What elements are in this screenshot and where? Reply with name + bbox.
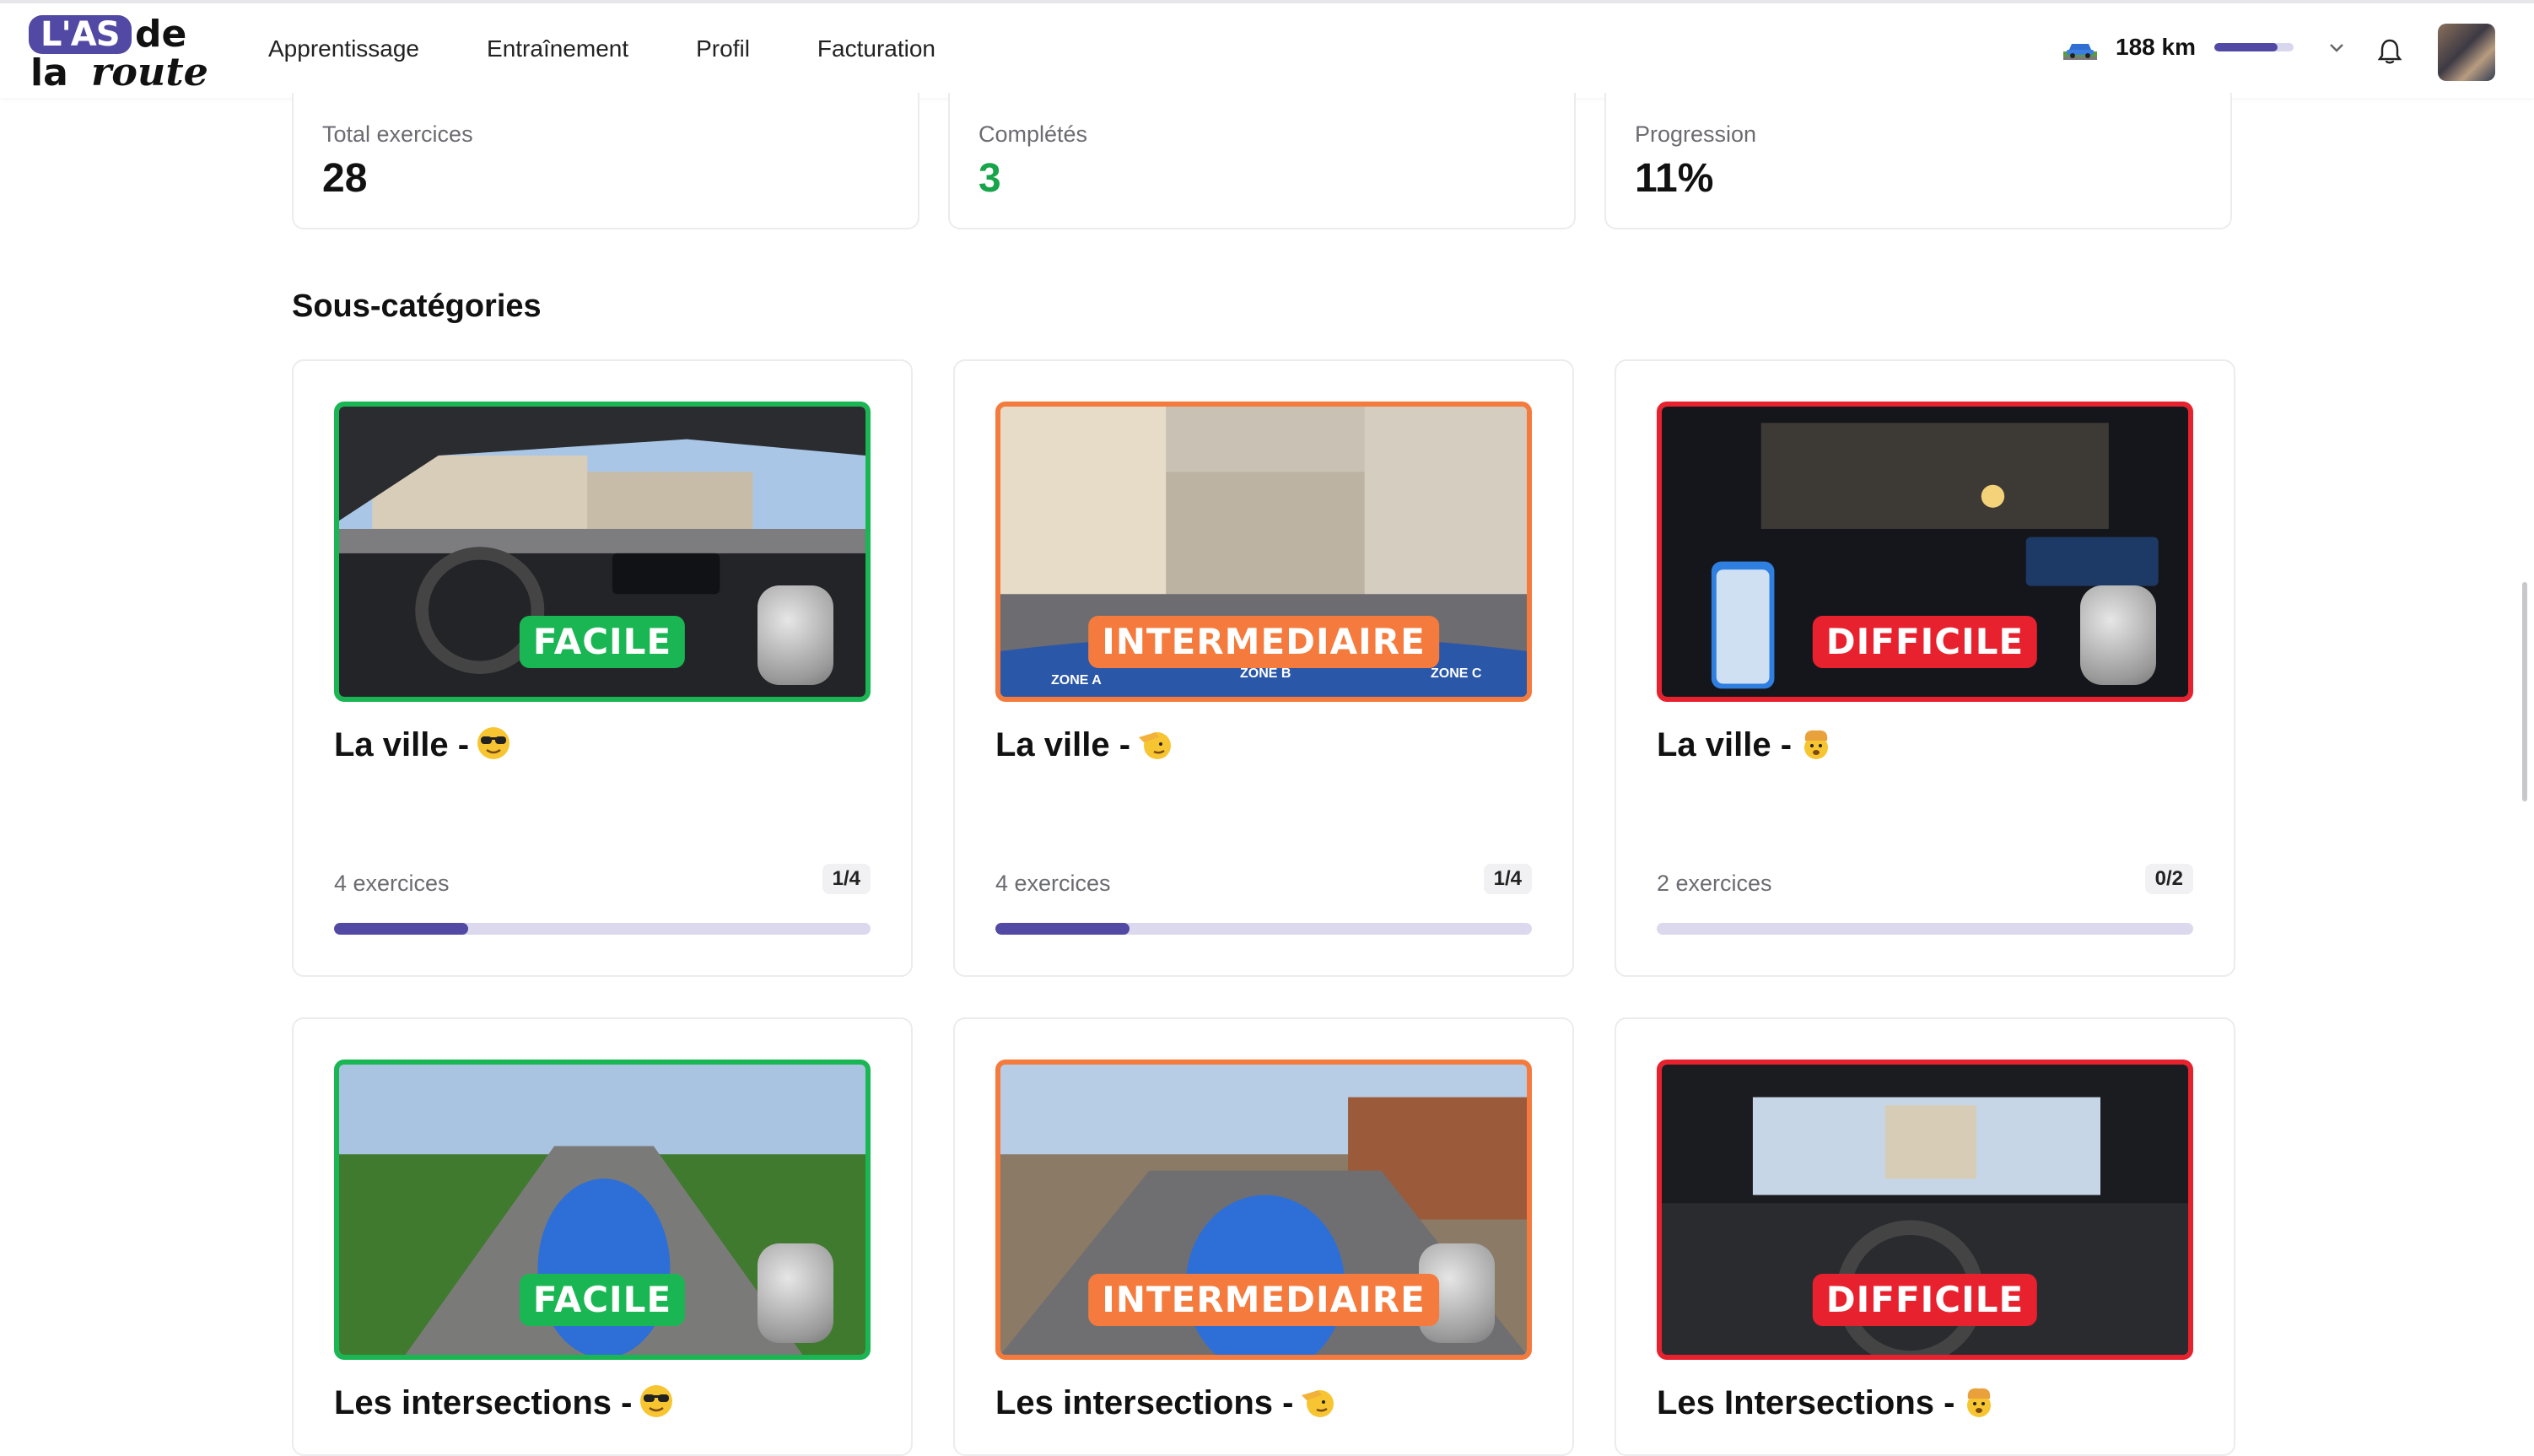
sunglasses-icon bbox=[477, 727, 510, 759]
subcategory-card[interactable]: DIFFICILE La ville - 2 exercices 0/2 bbox=[1615, 359, 2235, 977]
card-thumbnail[interactable]: ZONE A ZONE B ZONE C INTERMEDIAIRE bbox=[995, 402, 1532, 702]
card-title: La ville - bbox=[334, 725, 511, 764]
km-progress-fill bbox=[2213, 43, 2278, 51]
card-title-text: La ville - bbox=[334, 726, 470, 763]
card-title-text: Les Intersections - bbox=[1657, 1384, 1955, 1421]
exercise-count: 2 exercices bbox=[1657, 871, 1772, 896]
card-title-text: Les intersections - bbox=[334, 1384, 633, 1421]
card-title: Les intersections - bbox=[334, 1383, 674, 1422]
difficulty-badge: FACILE bbox=[519, 1274, 686, 1326]
exercise-count: 4 exercices bbox=[334, 871, 450, 896]
km-total: 188 km bbox=[2116, 34, 2196, 60]
km-progress-dropdown[interactable]: 188 km bbox=[2063, 34, 2346, 61]
completion-pill: 1/4 bbox=[1483, 864, 1532, 894]
stat-total-exercices: Total exercices 28 bbox=[292, 93, 919, 229]
car-road-icon bbox=[2063, 44, 2097, 60]
page-scrollbar[interactable] bbox=[2522, 582, 2527, 801]
stat-label: Total exercices bbox=[322, 121, 473, 147]
stat-label: Progression bbox=[1635, 121, 1757, 147]
subcategory-card[interactable]: FACILE Les intersections - bbox=[292, 1017, 913, 1456]
nav-facturation[interactable]: Facturation bbox=[817, 35, 935, 62]
stat-label: Complétés bbox=[979, 121, 1088, 147]
card-title: Les intersections - bbox=[995, 1383, 1335, 1422]
exploding-head-icon bbox=[1804, 730, 1829, 759]
main-nav: Apprentissage Entraînement Profil Factur… bbox=[268, 35, 935, 62]
chevron-down-icon bbox=[2330, 44, 2343, 52]
completion-pill: 0/2 bbox=[2144, 864, 2193, 894]
subcategory-card[interactable]: FACILE La ville - 4 exercices 1/4 bbox=[292, 359, 913, 977]
exploding-head-icon bbox=[1967, 1388, 1992, 1417]
difficulty-badge: DIFFICILE bbox=[1812, 616, 2038, 668]
user-avatar[interactable] bbox=[2438, 24, 2495, 81]
stat-value: 3 bbox=[979, 156, 1001, 201]
nav-profil[interactable]: Profil bbox=[696, 35, 750, 62]
card-thumbnail[interactable]: FACILE bbox=[334, 402, 871, 702]
difficulty-badge: DIFFICILE bbox=[1812, 1274, 2038, 1326]
card-title-text: La ville - bbox=[1657, 726, 1793, 763]
nav-apprentissage[interactable]: Apprentissage bbox=[268, 35, 419, 62]
card-title-text: La ville - bbox=[995, 726, 1131, 763]
km-progress-bar bbox=[2213, 43, 2294, 51]
las-de-la-route-logo[interactable]: L'AS de la route bbox=[29, 13, 208, 94]
card-title: Les Intersections - bbox=[1657, 1383, 1997, 1422]
section-title-sous-categories: Sous-catégories bbox=[292, 289, 542, 324]
card-progress-fill bbox=[334, 923, 468, 935]
logo-la: la bbox=[30, 51, 68, 94]
bell-icon[interactable] bbox=[2375, 37, 2404, 66]
card-thumbnail[interactable]: DIFFICILE bbox=[1657, 1060, 2193, 1360]
completion-pill: 1/4 bbox=[822, 864, 871, 894]
card-progress-bar bbox=[334, 923, 871, 935]
zone-b-label: ZONE B bbox=[1240, 666, 1291, 681]
stat-completes: Complétés 3 bbox=[948, 93, 1576, 229]
sunglasses-icon bbox=[640, 1385, 673, 1417]
card-thumbnail[interactable]: INTERMEDIAIRE bbox=[995, 1060, 1532, 1360]
zone-c-label: ZONE C bbox=[1431, 666, 1482, 681]
top-navbar: L'AS de la route Apprentissage Entraînem… bbox=[0, 0, 2534, 98]
exercise-count: 4 exercices bbox=[995, 871, 1111, 896]
gear-knob-icon bbox=[2080, 585, 2156, 685]
salute-icon bbox=[1302, 1390, 1334, 1417]
subcategory-card[interactable]: DIFFICILE Les Intersections - bbox=[1615, 1017, 2235, 1456]
gear-knob-icon bbox=[758, 1243, 833, 1343]
difficulty-badge: FACILE bbox=[519, 616, 686, 668]
gear-knob-icon bbox=[758, 585, 833, 685]
zone-a-label: ZONE A bbox=[1051, 673, 1102, 688]
nav-entrainement[interactable]: Entraînement bbox=[487, 35, 628, 62]
salute-icon bbox=[1139, 732, 1172, 759]
stat-value: 11% bbox=[1635, 156, 1714, 201]
stat-progression: Progression 11% bbox=[1604, 93, 2232, 229]
stat-value: 28 bbox=[322, 156, 368, 201]
card-thumbnail[interactable]: DIFFICILE bbox=[1657, 402, 2193, 702]
difficulty-badge: INTERMEDIAIRE bbox=[1088, 1274, 1439, 1326]
subcategory-card[interactable]: INTERMEDIAIRE Les intersections - bbox=[953, 1017, 1574, 1456]
card-progress-bar bbox=[995, 923, 1532, 935]
card-title: La ville - bbox=[995, 725, 1173, 764]
card-progress-fill bbox=[995, 923, 1130, 935]
card-progress-bar bbox=[1657, 923, 2193, 935]
subcategory-card[interactable]: ZONE A ZONE B ZONE C INTERMEDIAIRE La vi… bbox=[953, 359, 1574, 977]
card-title-text: Les intersections - bbox=[995, 1384, 1294, 1421]
card-title: La ville - bbox=[1657, 725, 1834, 764]
difficulty-badge: INTERMEDIAIRE bbox=[1088, 616, 1439, 668]
logo-route: route bbox=[91, 49, 208, 94]
card-thumbnail[interactable]: FACILE bbox=[334, 1060, 871, 1360]
